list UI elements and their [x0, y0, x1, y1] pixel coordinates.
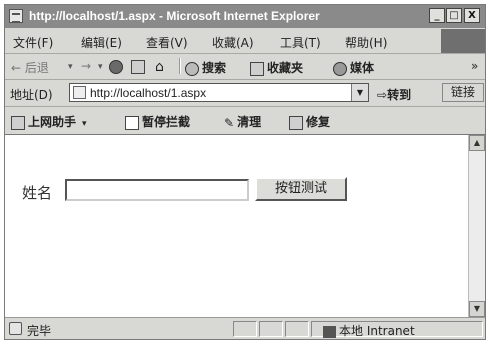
search-button[interactable]: 搜索	[185, 59, 226, 76]
address-bar: 地址(D) http://localhost/1.aspx ▼ ⇨转到 链接	[5, 80, 485, 107]
forward-dropdown-icon[interactable]: ▾	[98, 62, 103, 72]
status-text: 完毕	[27, 324, 52, 338]
repair-label: 修复	[306, 115, 331, 129]
toolbar-more-chevron[interactable]: »	[471, 59, 478, 73]
repair-button[interactable]: 修复	[289, 113, 330, 130]
standard-toolbar: ← 后退 ▾ → ▾ ⌂ 搜索 收藏夹 媒体 »	[5, 54, 485, 80]
toolbar-separator	[179, 58, 181, 74]
scroll-down-arrow-icon[interactable]: ▼	[469, 301, 485, 317]
links-button[interactable]: 链接	[442, 83, 484, 102]
name-input[interactable]	[65, 179, 249, 201]
title-bar: http://localhost/1.aspx - Microsoft Inte…	[5, 5, 485, 28]
addon-toolbar: 上网助手 ▾ 暂停拦截 ✎ 清理 修复	[5, 107, 485, 135]
favorites-icon	[250, 61, 264, 76]
clean-button[interactable]: ✎ 清理	[224, 113, 261, 130]
zone-label: 本地 Intranet	[339, 324, 415, 338]
menu-view[interactable]: 查看(V)	[146, 34, 188, 51]
popup-block-label: 暂停拦截	[142, 115, 191, 129]
test-button[interactable]: 按钮测试	[255, 177, 347, 201]
go-arrow-icon: ⇨	[377, 88, 388, 102]
forward-button[interactable]: →	[81, 59, 91, 73]
menu-edit[interactable]: 编辑(E)	[81, 34, 122, 51]
status-cell	[285, 321, 309, 337]
popup-block-icon	[125, 115, 139, 130]
refresh-icon	[131, 59, 145, 74]
browser-window: http://localhost/1.aspx - Microsoft Inte…	[4, 4, 486, 340]
page-icon	[73, 86, 86, 99]
intranet-zone-icon	[323, 325, 336, 338]
close-button[interactable]: X	[464, 8, 480, 23]
go-label: 转到	[387, 88, 412, 102]
security-zone: 本地 Intranet	[323, 322, 415, 339]
back-dropdown-icon[interactable]: ▾	[68, 62, 73, 72]
minimize-button[interactable]: _	[429, 8, 445, 23]
address-label: 地址(D)	[10, 88, 53, 102]
favorites-button[interactable]: 收藏夹	[250, 59, 303, 76]
window-title: http://localhost/1.aspx - Microsoft Inte…	[29, 9, 320, 23]
status-cell	[259, 321, 283, 337]
brush-icon: ✎	[224, 115, 235, 130]
name-label: 姓名	[22, 184, 53, 202]
windows-logo	[441, 29, 485, 53]
page-done-icon	[9, 322, 22, 335]
search-label: 搜索	[202, 61, 227, 75]
menu-file[interactable]: 文件(F)	[13, 34, 53, 51]
search-icon	[185, 61, 199, 76]
assistant-button[interactable]: 上网助手 ▾	[11, 113, 87, 130]
menu-favorites[interactable]: 收藏(A)	[212, 34, 254, 51]
maximize-button[interactable]: □	[446, 8, 462, 23]
media-icon	[333, 61, 347, 76]
status-bar: 完毕 本地 Intranet	[5, 317, 485, 339]
refresh-button[interactable]	[131, 59, 148, 74]
media-button[interactable]: 媒体	[333, 59, 374, 76]
assistant-icon	[11, 115, 25, 130]
menu-tools[interactable]: 工具(T)	[280, 34, 321, 51]
assistant-dropdown-icon: ▾	[82, 119, 87, 129]
status-cell	[233, 321, 257, 337]
ie-app-icon	[9, 9, 23, 23]
scroll-up-arrow-icon[interactable]: ▲	[469, 135, 485, 151]
address-dropdown-icon[interactable]: ▼	[351, 84, 368, 101]
menu-bar: 文件(F) 编辑(E) 查看(V) 收藏(A) 工具(T) 帮助(H)	[5, 29, 485, 54]
page-content: 姓名 按钮测试 ▲ ▼	[5, 135, 485, 317]
home-icon: ⌂	[155, 59, 164, 75]
assistant-label: 上网助手	[28, 115, 77, 129]
popup-block-button[interactable]: 暂停拦截	[125, 113, 190, 130]
menu-help[interactable]: 帮助(H)	[345, 34, 387, 51]
stop-icon	[109, 59, 123, 74]
home-button[interactable]: ⌂	[155, 59, 167, 75]
favorites-label: 收藏夹	[267, 61, 304, 75]
repair-icon	[289, 115, 303, 130]
back-button[interactable]: ← 后退	[11, 59, 49, 76]
go-button[interactable]: ⇨转到	[377, 86, 411, 103]
media-label: 媒体	[350, 61, 375, 75]
vertical-scrollbar[interactable]: ▲ ▼	[468, 135, 485, 317]
address-input[interactable]: http://localhost/1.aspx ▼	[69, 83, 369, 102]
clean-label: 清理	[237, 115, 262, 129]
stop-button[interactable]	[109, 59, 126, 74]
address-url: http://localhost/1.aspx	[90, 86, 207, 100]
